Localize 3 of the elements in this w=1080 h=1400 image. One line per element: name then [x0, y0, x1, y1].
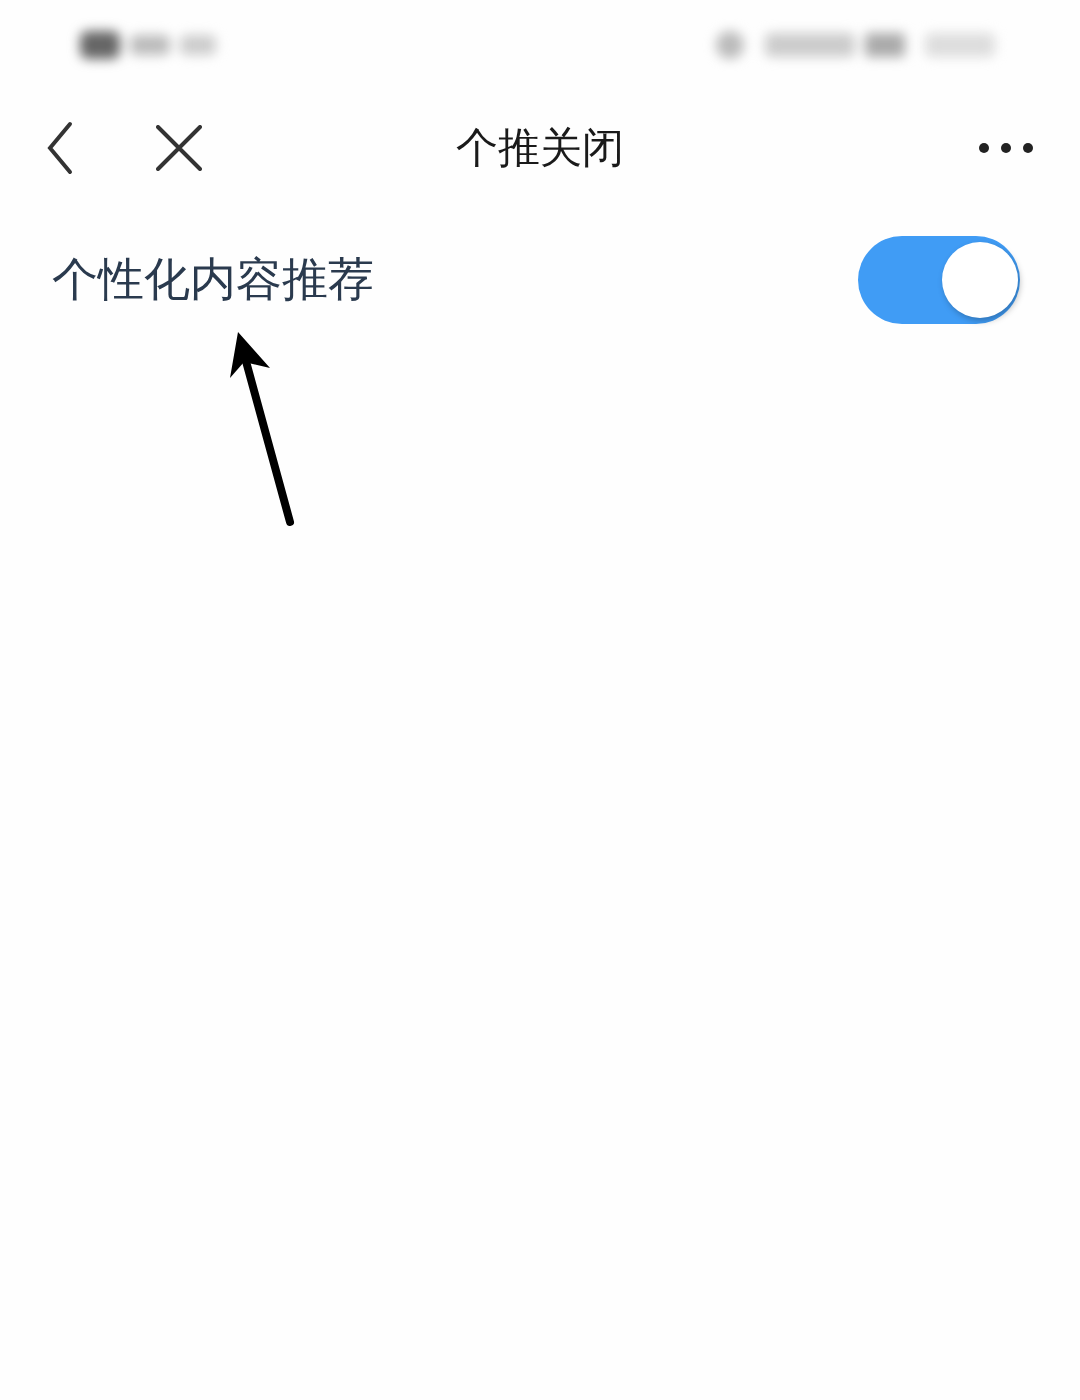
toggle-switch[interactable] [858, 236, 1020, 324]
page-title: 个推关闭 [456, 123, 624, 172]
setting-label: 个性化内容推荐 [52, 251, 374, 308]
